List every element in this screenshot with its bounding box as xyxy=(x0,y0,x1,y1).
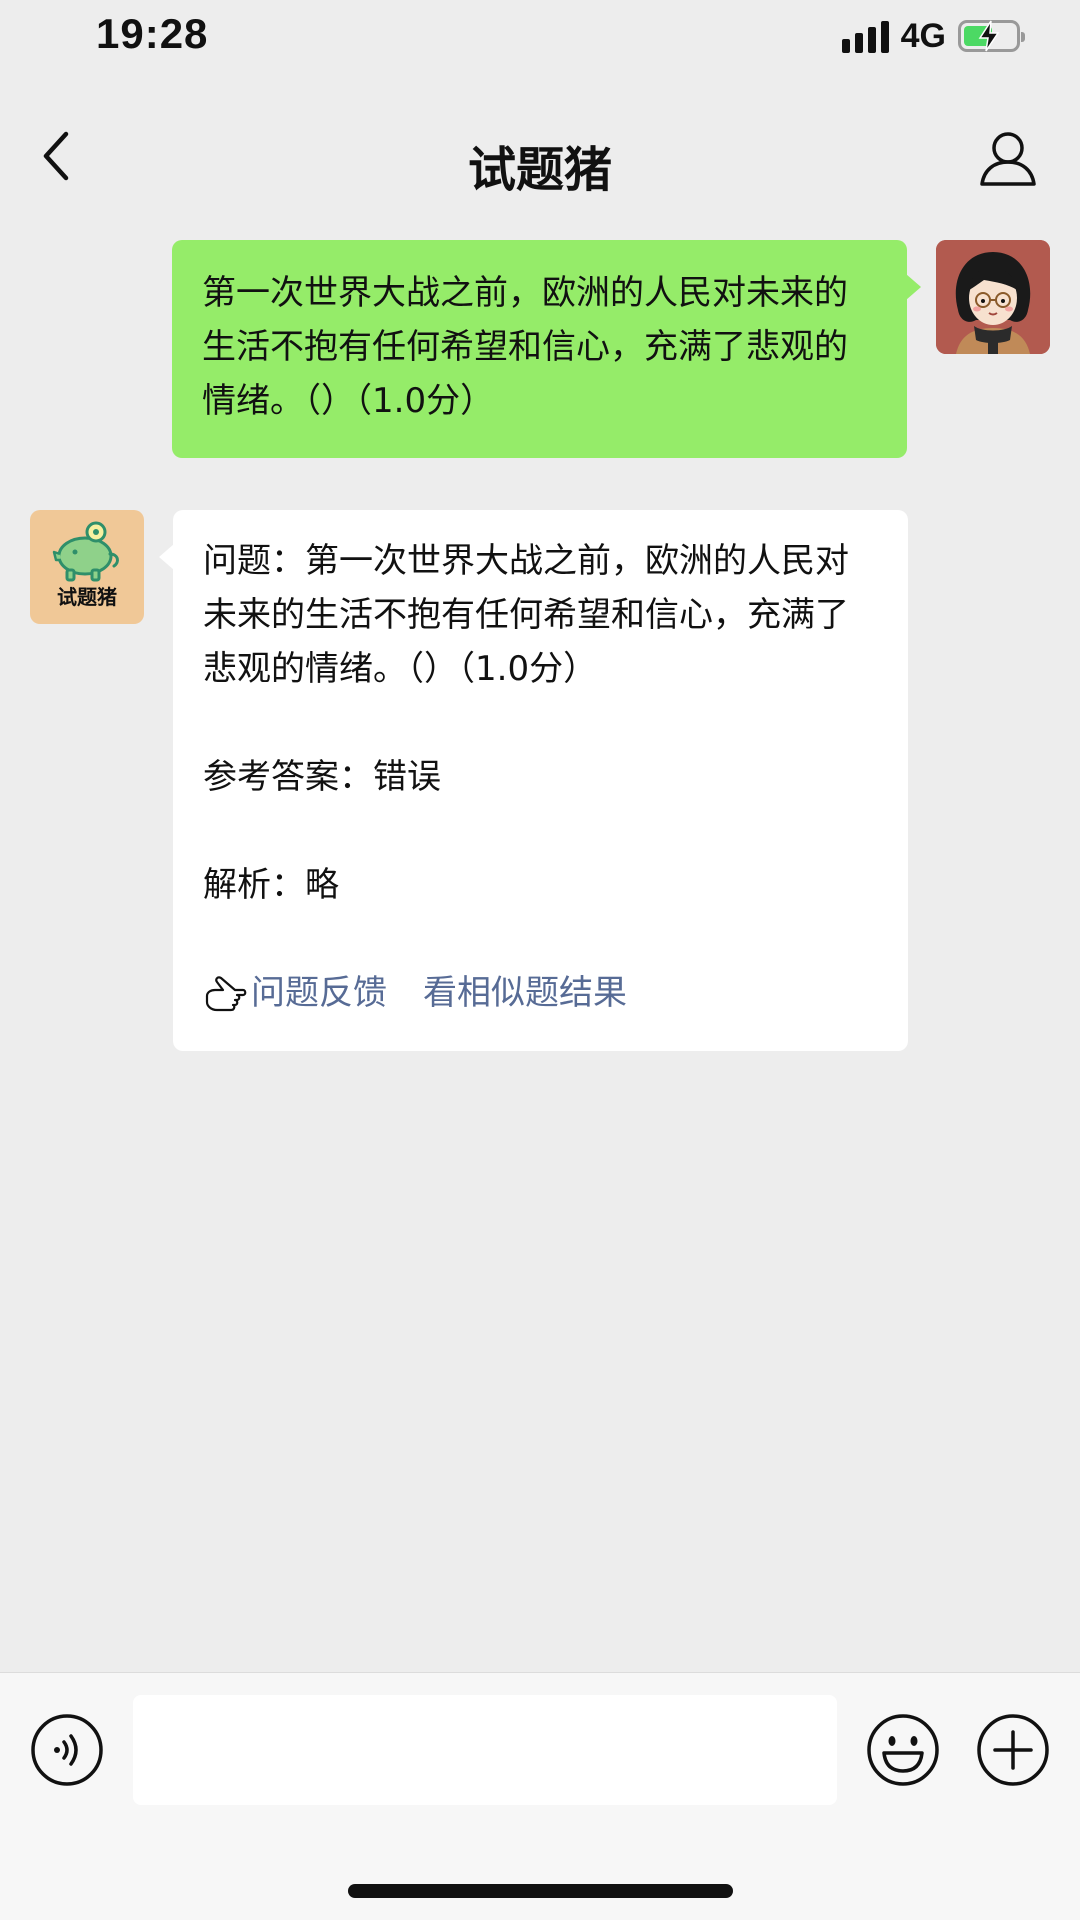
bot-message-bubble[interactable]: 问题：第一次世界大战之前，欧洲的人民对未来的生活不抱有任何希望和信心，充满了悲观… xyxy=(159,510,908,1051)
similar-results-link[interactable]: 看相似题结果 xyxy=(423,966,627,1020)
message-input[interactable] xyxy=(133,1695,837,1805)
feedback-link[interactable]: 问题反馈 xyxy=(251,966,387,1020)
more-button[interactable] xyxy=(976,1713,1050,1787)
home-indicator xyxy=(348,1884,733,1898)
user-message-text: 第一次世界大战之前，欧洲的人民对未来的生活不抱有任何希望和信心，充满了悲观的情绪… xyxy=(202,273,848,421)
voice-icon xyxy=(31,1714,103,1786)
battery-charging-icon xyxy=(958,20,1025,52)
answer-analysis-text: 解析：略 xyxy=(203,865,339,905)
profile-button[interactable] xyxy=(978,128,1038,188)
network-type: 4G xyxy=(900,16,946,55)
user-avatar[interactable] xyxy=(936,240,1050,354)
pointing-hand-icon xyxy=(205,976,247,1012)
status-indicators: 4G xyxy=(841,14,1025,58)
bot-avatar-label: 试题猪 xyxy=(57,585,117,609)
plus-circle-icon xyxy=(977,1714,1049,1786)
chat-input-bar xyxy=(0,1672,1080,1920)
girl-avatar-icon xyxy=(936,240,1050,354)
emoji-button[interactable] xyxy=(866,1713,940,1787)
answer-links-row: 问题反馈 看相似题结果 xyxy=(203,966,878,1020)
signal-bars-icon xyxy=(841,19,889,53)
answer-question-text: 问题：第一次世界大战之前，欧洲的人民对未来的生活不抱有任何希望和信心，充满了悲观… xyxy=(203,541,849,689)
answer-reference-text: 参考答案：错误 xyxy=(203,757,441,797)
user-message-bubble[interactable]: 第一次世界大战之前，欧洲的人民对未来的生活不抱有任何希望和信心，充满了悲观的情绪… xyxy=(172,240,921,458)
status-time: 19:28 xyxy=(96,10,209,57)
smiley-icon xyxy=(867,1714,939,1786)
person-icon xyxy=(980,132,1036,186)
voice-button[interactable] xyxy=(30,1713,104,1787)
nav-bar: 试题猪 xyxy=(0,100,1080,220)
page-title: 试题猪 xyxy=(467,142,612,198)
status-bar: 19:28 4G xyxy=(0,0,1080,100)
bot-avatar[interactable]: 试题猪 xyxy=(30,510,144,624)
